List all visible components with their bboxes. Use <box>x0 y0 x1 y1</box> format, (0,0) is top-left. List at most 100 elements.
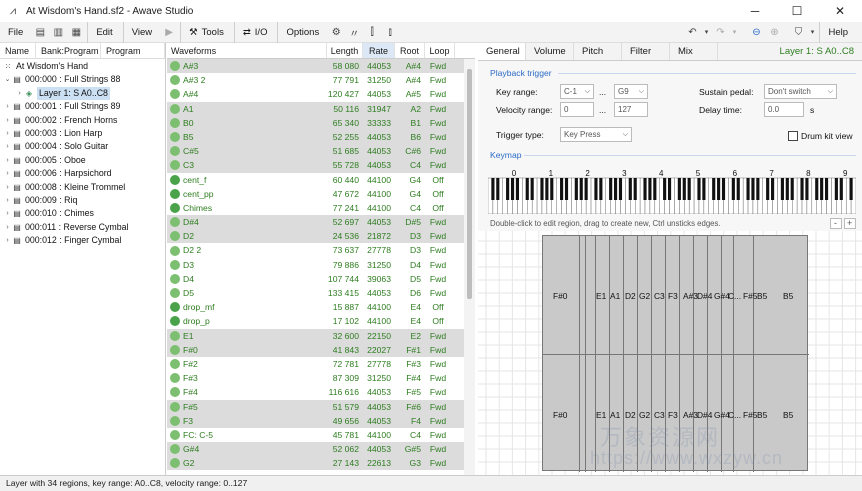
tree-header-program[interactable]: Program <box>101 43 165 58</box>
tree-preset-item[interactable]: › ▤ 000:010 : Chimes <box>0 207 165 220</box>
tab-general[interactable]: General <box>478 43 526 60</box>
tab-mix[interactable]: Mix <box>670 43 718 60</box>
black-key[interactable] <box>766 178 770 200</box>
black-key[interactable] <box>496 178 500 200</box>
zoom-in-button[interactable]: + <box>844 218 856 229</box>
black-key[interactable] <box>800 178 804 200</box>
region-label[interactable]: C3 <box>654 410 665 420</box>
menu-view[interactable]: View <box>122 21 160 43</box>
black-key[interactable] <box>633 178 637 200</box>
region-label[interactable]: A#3 <box>683 410 698 420</box>
region-label[interactable]: A1 <box>610 291 620 301</box>
delay-time-field[interactable]: 0.0 <box>764 102 804 117</box>
expand-right-icon[interactable]: › <box>3 181 12 194</box>
waveform-row[interactable]: FC: C-5 45 781 44100 C4 Fwd <box>167 428 475 442</box>
black-key[interactable] <box>663 178 667 200</box>
waveform-row[interactable]: F#0 41 843 22027 F#1 Fwd <box>167 342 475 357</box>
waveform-scrollbar[interactable] <box>464 59 475 475</box>
save-file-icon[interactable]: ▦ <box>67 22 85 43</box>
black-key[interactable] <box>525 178 529 200</box>
black-key[interactable] <box>506 178 510 200</box>
region-label[interactable]: E1 <box>596 291 606 301</box>
waveform-row[interactable]: cent_pp 47 672 44100 G4 Off <box>167 187 475 201</box>
tree-preset-item[interactable]: › ▤ 000:012 : Finger Cymbal <box>0 234 165 247</box>
waveform-row[interactable]: drop_p 17 102 44100 E4 Off <box>167 314 475 328</box>
black-key[interactable] <box>697 178 701 200</box>
close-button[interactable]: ✕ <box>818 0 862 22</box>
expand-right-icon[interactable]: › <box>15 87 24 100</box>
region-label[interactable]: F#0 <box>553 291 567 301</box>
waveform-row[interactable]: D2 24 536 21872 D3 Fwd <box>167 229 475 244</box>
expand-right-icon[interactable]: › <box>3 194 12 207</box>
tree-header-bank-program[interactable]: Bank:Program <box>36 43 101 58</box>
waveform-row[interactable]: F#4 116 616 44053 F#5 Fwd <box>167 385 475 399</box>
black-key[interactable] <box>815 178 819 200</box>
black-key[interactable] <box>790 178 794 200</box>
region-label[interactable]: D#4 <box>697 410 712 420</box>
waveform-row[interactable]: D3 79 886 31250 D4 Fwd <box>167 258 475 272</box>
waveform-row[interactable]: C3 55 728 44053 C4 Fwd <box>167 158 475 173</box>
tree-preset-item[interactable]: › ▤ 000:004 : Solo Guitar <box>0 140 165 153</box>
waveform-row[interactable]: F3 49 656 44053 F4 Fwd <box>167 413 475 428</box>
waveform-row[interactable]: D2 2 73 637 27778 D3 Fwd <box>167 243 475 257</box>
menu-options[interactable]: Options <box>277 21 327 43</box>
black-key[interactable] <box>712 178 716 200</box>
black-key[interactable] <box>824 178 829 200</box>
tree-header-name[interactable]: Name <box>0 43 36 58</box>
region-label[interactable]: G2 <box>639 291 650 301</box>
black-key[interactable] <box>560 178 564 200</box>
gear-icon[interactable]: ⚙ <box>327 22 345 43</box>
tree-preset-item[interactable]: › ▤ 000:009 : Riq <box>0 194 165 207</box>
black-key[interactable] <box>643 178 647 200</box>
tree-preset-item[interactable]: ⌄ ▤ 000:000 : Full Strings 88 <box>0 73 165 86</box>
menu-file[interactable]: File <box>0 22 31 43</box>
black-key[interactable] <box>820 178 824 200</box>
undo-icon[interactable]: ↶ <box>683 22 701 43</box>
black-key[interactable] <box>746 178 750 200</box>
redo-dropdown-icon[interactable]: ▾ <box>729 22 739 43</box>
region-label[interactable]: B5 <box>757 291 767 301</box>
expand-right-icon[interactable]: › <box>3 114 12 127</box>
black-key[interactable] <box>702 178 706 200</box>
key-range-to-select[interactable]: G9 ⌵ <box>614 84 648 99</box>
waveform-row[interactable]: D4 107 744 39063 D5 Fwd <box>167 272 475 286</box>
region-label[interactable]: C... <box>728 410 741 420</box>
open-file-icon[interactable]: ▥ <box>49 22 67 43</box>
sustain-pedal-select[interactable]: Don't switch ⌵ <box>764 84 837 99</box>
black-key[interactable] <box>771 178 775 200</box>
waveform-row[interactable]: F#2 72 781 27778 F#3 Fwd <box>167 357 475 371</box>
waveform-row[interactable]: A#3 58 080 44053 A#4 Fwd <box>167 59 475 74</box>
key-range-from-select[interactable]: C-1 ⌵ <box>560 84 594 99</box>
expand-right-icon[interactable]: › <box>3 100 12 113</box>
tree-layer-item[interactable]: › ◈ Layer 1: S A0..C8 <box>0 86 165 101</box>
black-key[interactable] <box>628 178 632 200</box>
waveform-row[interactable]: A1 50 116 31947 A2 Fwd <box>167 101 475 116</box>
black-key[interactable] <box>564 178 569 200</box>
tree-preset-item[interactable]: › ▤ 000:011 : Reverse Cymbal <box>0 221 165 234</box>
trigger-type-select[interactable]: Key Press ⌵ <box>560 127 632 142</box>
waveform-row[interactable]: C#5 51 685 44053 C#6 Fwd <box>167 144 475 159</box>
bookmark-dropdown-icon[interactable]: ▾ <box>807 22 817 43</box>
black-key[interactable] <box>849 178 853 200</box>
bookmark-icon[interactable]: ⛉ <box>789 22 807 43</box>
region-label[interactable]: F3 <box>668 410 678 420</box>
expand-right-icon[interactable]: › <box>3 221 12 234</box>
waveform-row[interactable]: cent_f 60 440 44100 G4 Off <box>167 173 475 187</box>
tree-preset-item[interactable]: › ▤ 000:005 : Oboe <box>0 154 165 167</box>
play-icon[interactable]: ▶ <box>160 22 178 43</box>
waveform-row[interactable]: E1 32 600 22150 E2 Fwd <box>167 328 475 343</box>
region-label[interactable]: D#4 <box>697 291 712 301</box>
black-key[interactable] <box>751 178 755 200</box>
black-key[interactable] <box>736 178 740 200</box>
drum-kit-checkbox[interactable] <box>788 131 798 141</box>
header-root[interactable]: Root <box>395 43 425 58</box>
expand-right-icon[interactable]: › <box>3 127 12 140</box>
black-key[interactable] <box>540 178 544 200</box>
menu-help[interactable]: Help <box>819 21 856 43</box>
black-key[interactable] <box>667 178 672 200</box>
black-key[interactable] <box>785 178 789 200</box>
menu-io[interactable]: ⇄ I/O <box>233 21 276 43</box>
black-key[interactable] <box>574 178 578 200</box>
region-label[interactable]: F#0 <box>553 410 567 420</box>
waveform-row[interactable]: A#4 120 427 44053 A#5 Fwd <box>167 87 475 101</box>
